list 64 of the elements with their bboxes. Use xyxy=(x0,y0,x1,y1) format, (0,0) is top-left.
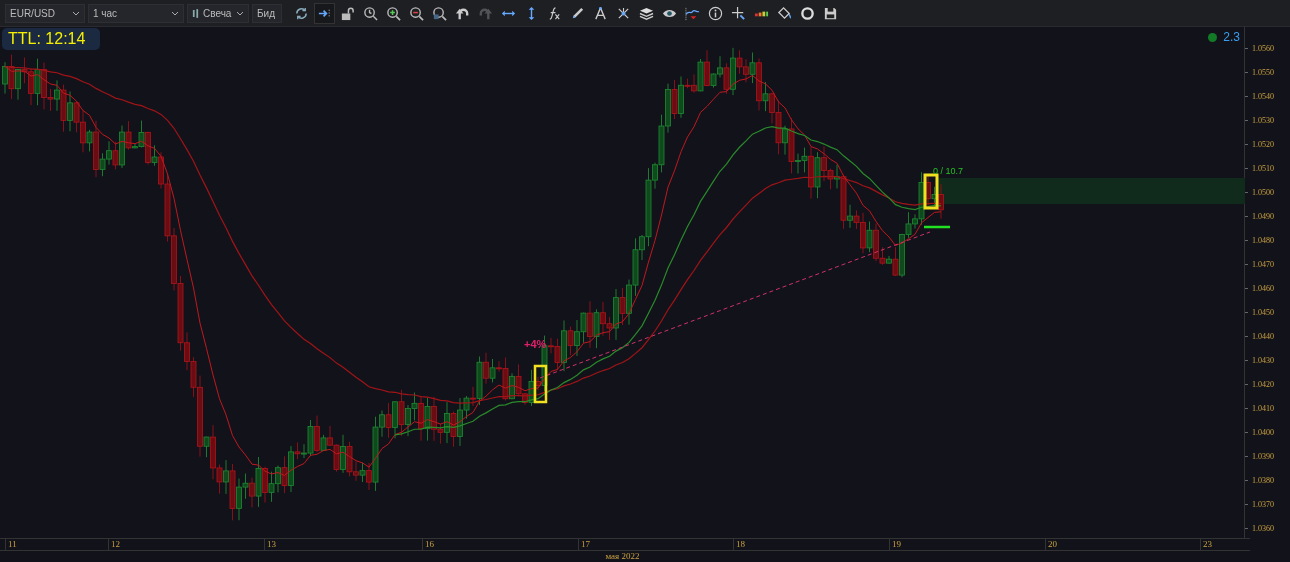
lock-icon xyxy=(340,5,355,21)
network-icon xyxy=(616,5,631,21)
date-label: 23 xyxy=(1203,539,1212,549)
save-icon xyxy=(823,5,838,21)
pencil-icon xyxy=(570,5,585,21)
price-label: 1.0460 xyxy=(1252,283,1274,293)
highlight-frame xyxy=(533,364,548,404)
price-label: 1.0430 xyxy=(1252,355,1274,365)
info-icon xyxy=(708,5,723,21)
month-label: мая 2022 xyxy=(605,551,640,562)
circle-icon xyxy=(800,5,815,21)
crosshair-icon xyxy=(731,5,746,21)
ttl-badge: TTL: 12:14 xyxy=(2,28,100,50)
zoom-clock-icon xyxy=(363,5,378,21)
autoscroll-button[interactable] xyxy=(314,2,335,24)
price-label: 1.0360 xyxy=(1252,523,1274,533)
price-label: 1.0540 xyxy=(1252,91,1274,101)
caret-icon xyxy=(236,10,244,16)
price-label: 1.0510 xyxy=(1252,163,1274,173)
price-label: 1.0400 xyxy=(1252,427,1274,437)
date-label: 20 xyxy=(1048,539,1057,549)
price-label: 1.0530 xyxy=(1252,115,1274,125)
price-label: 1.0550 xyxy=(1252,67,1274,77)
indicator-value: 2.3 xyxy=(1223,30,1240,44)
date-label: 17 xyxy=(581,539,590,549)
layers-icon xyxy=(639,5,654,21)
chart-type-dropdown[interactable]: Свеча xyxy=(187,3,249,23)
candlestick-icon xyxy=(192,7,199,19)
price-level-line xyxy=(924,225,950,229)
price-label: 1.0450 xyxy=(1252,307,1274,317)
price-label: 1.0420 xyxy=(1252,379,1274,389)
caret-icon xyxy=(171,10,179,16)
paint-bucket-icon xyxy=(777,5,792,21)
date-label: 11 xyxy=(8,539,17,549)
chart-annotation: +4% xyxy=(524,338,547,350)
price-label: 1.0370 xyxy=(1252,499,1274,509)
price-label: 1.0560 xyxy=(1252,43,1274,53)
price-label: 1.0470 xyxy=(1252,259,1274,269)
price-label: 1.0500 xyxy=(1252,187,1274,197)
zoom-area-icon xyxy=(432,5,447,21)
refresh-icon xyxy=(294,5,309,21)
chart-annotation: 0 / 10.7 xyxy=(933,166,964,176)
zoom-out-icon xyxy=(409,5,424,21)
price-label: 1.0390 xyxy=(1252,451,1274,461)
price-label: 1.0480 xyxy=(1252,235,1274,245)
price-label: 1.0520 xyxy=(1252,139,1274,149)
date-label: 13 xyxy=(267,539,276,549)
status-dot-icon xyxy=(1208,32,1218,42)
price-label: 1.0440 xyxy=(1252,331,1274,341)
wave-icon xyxy=(685,5,700,21)
date-label: 18 xyxy=(736,539,745,549)
date-label: 16 xyxy=(425,539,434,549)
function-icon xyxy=(547,5,562,21)
timeframe-dropdown[interactable]: 1 час xyxy=(88,3,184,23)
caret-icon xyxy=(72,10,80,16)
date-label: 19 xyxy=(892,539,901,549)
highlight-frame xyxy=(923,173,939,210)
zoom-in-icon xyxy=(386,5,401,21)
price-label: 1.0410 xyxy=(1252,403,1274,413)
price-label: 1.0490 xyxy=(1252,211,1274,221)
price-label: 1.0380 xyxy=(1252,475,1274,485)
date-label: 12 xyxy=(111,539,120,549)
price-side-dropdown[interactable]: Бид xyxy=(252,3,282,23)
symbol-dropdown[interactable]: EUR/USD xyxy=(5,3,85,23)
